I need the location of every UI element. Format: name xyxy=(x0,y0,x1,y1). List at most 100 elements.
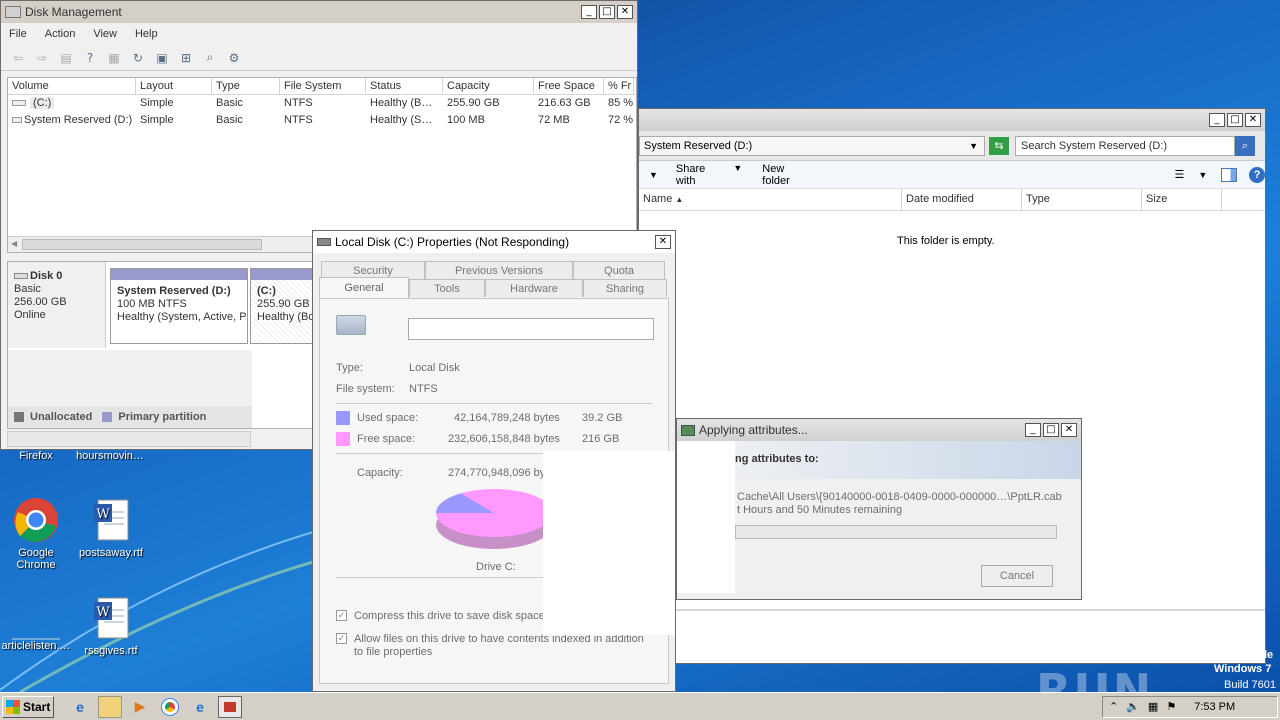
desktop-icon-firefox[interactable]: Firefox xyxy=(0,450,76,462)
edge-icon[interactable]: e xyxy=(188,696,212,718)
compress-checkbox[interactable]: ✓ xyxy=(336,610,347,621)
drive-icon xyxy=(12,100,26,106)
help-icon[interactable]: ? xyxy=(81,49,99,67)
open-icon[interactable]: ⊞ xyxy=(177,49,195,67)
os-build: Build 7601 xyxy=(1224,679,1276,691)
close-button[interactable]: ✕ xyxy=(617,5,633,19)
desktop-icon-hoursmovin[interactable]: hoursmovin… xyxy=(70,450,150,462)
dialog-title: Applying attributes... xyxy=(699,423,808,437)
cancel-button[interactable]: Cancel xyxy=(981,565,1053,587)
clock[interactable]: 7:53 PM xyxy=(1194,701,1235,713)
search-icon[interactable]: ⌕ xyxy=(201,49,219,67)
tab-previous-versions[interactable]: Previous Versions xyxy=(425,261,573,279)
os-name: Windows 7 xyxy=(1214,663,1272,675)
explorer-icon[interactable] xyxy=(98,695,122,718)
view-options-icon[interactable]: ☰ xyxy=(1174,168,1184,181)
tab-tools[interactable]: Tools xyxy=(409,279,485,297)
desktop-icon-rssgives[interactable]: W rssgives.rtf xyxy=(71,596,151,657)
empty-folder-message: This folder is empty. xyxy=(897,235,995,247)
col-layout[interactable]: Layout xyxy=(136,78,212,94)
maximize-button[interactable]: □ xyxy=(1043,423,1059,437)
disk-0-label[interactable]: Disk 0 Basic 256.00 GB Online xyxy=(8,262,106,348)
table-row[interactable]: (C:) Simple Basic NTFS Healthy (B… 255.9… xyxy=(8,95,636,112)
media-player-icon[interactable]: ▶ xyxy=(128,696,152,718)
search-icon[interactable]: ⌕ xyxy=(1235,135,1255,156)
svg-text:W: W xyxy=(96,605,110,620)
unallocated-swatch xyxy=(14,412,24,422)
refresh-icon[interactable]: ⇆ xyxy=(989,136,1009,155)
properties-dialog: Local Disk (C:) Properties (Not Respondi… xyxy=(312,230,676,692)
col-size[interactable]: Size xyxy=(1142,189,1222,210)
disk-view-blank xyxy=(8,350,252,406)
partition-system-reserved[interactable]: System Reserved (D:) 100 MB NTFS Healthy… xyxy=(110,268,248,344)
menu-view[interactable]: View xyxy=(93,28,117,40)
console-tree-icon[interactable]: ▤ xyxy=(57,49,75,67)
settings-icon[interactable]: ⚙ xyxy=(225,49,243,67)
col-file-system[interactable]: File System xyxy=(280,78,366,94)
refresh-icon[interactable]: ↻ xyxy=(129,49,147,67)
taskbar: Start e ▶ e ⌃ 🔈 ▦ ⚑ 7:53 PM xyxy=(0,692,1280,720)
start-button[interactable]: Start xyxy=(2,695,54,718)
network-icon[interactable]: ▦ xyxy=(1148,700,1158,713)
ie-icon[interactable]: e xyxy=(68,696,92,718)
chevron-down-icon[interactable]: ▼ xyxy=(969,141,978,151)
unpainted-region xyxy=(543,451,675,635)
volume-icon[interactable]: 🔈 xyxy=(1126,700,1140,713)
used-space-swatch xyxy=(336,411,350,425)
new-folder-button[interactable]: New folder xyxy=(762,163,814,187)
show-hidden-icons[interactable]: ⌃ xyxy=(1109,700,1118,713)
tab-general[interactable]: General xyxy=(319,277,409,299)
organize-dropdown-icon[interactable]: ▼ xyxy=(649,170,658,180)
partition-c[interactable]: (C:) 255.90 GB Healthy (Bo xyxy=(250,268,316,344)
menu-file[interactable]: File xyxy=(9,28,27,40)
menu-action[interactable]: Action xyxy=(45,28,76,40)
chrome-icon xyxy=(14,498,58,542)
col-percent-free[interactable]: % Fr xyxy=(604,78,634,94)
chevron-down-icon[interactable]: ▼ xyxy=(1198,170,1207,180)
app-window-icon[interactable] xyxy=(218,695,242,718)
tab-hardware[interactable]: Hardware xyxy=(485,279,583,297)
minimize-button[interactable]: _ xyxy=(1209,113,1225,127)
chrome-icon[interactable] xyxy=(158,696,182,718)
progress-bar xyxy=(735,525,1057,539)
blank-file-icon xyxy=(12,620,60,640)
col-type[interactable]: Type xyxy=(212,78,280,94)
volume-label-input[interactable] xyxy=(408,318,654,340)
flag-icon[interactable]: ⚑ xyxy=(1166,700,1176,713)
minimize-button[interactable]: _ xyxy=(1025,423,1041,437)
chevron-down-icon: ▼ xyxy=(733,162,743,173)
minimize-button[interactable]: _ xyxy=(581,5,597,19)
help-icon[interactable]: ? xyxy=(1249,166,1265,183)
search-input[interactable]: Search System Reserved (D:) xyxy=(1015,135,1235,156)
col-volume[interactable]: Volume xyxy=(8,78,136,94)
index-checkbox[interactable]: ✓ xyxy=(336,633,347,644)
maximize-button[interactable]: □ xyxy=(1227,113,1243,127)
tray: ⌃ 🔈 ▦ ⚑ 7:53 PM xyxy=(1102,695,1278,718)
col-capacity[interactable]: Capacity xyxy=(443,78,534,94)
properties-icon[interactable]: ▦ xyxy=(105,49,123,67)
scroll-left-icon[interactable]: ◀ xyxy=(11,239,17,248)
col-date-modified[interactable]: Date modified xyxy=(902,189,1022,210)
desktop-icon-postsaway[interactable]: W postsaway.rtf xyxy=(71,498,151,559)
desktop-icon-chrome[interactable]: Google Chrome xyxy=(0,496,76,571)
close-button[interactable]: ✕ xyxy=(655,235,671,249)
back-arrow-icon[interactable]: ⇦ xyxy=(9,49,27,67)
maximize-button[interactable]: □ xyxy=(599,5,615,19)
close-button[interactable]: ✕ xyxy=(1245,113,1261,127)
col-type[interactable]: Type xyxy=(1022,189,1142,210)
address-bar[interactable]: System Reserved (D:) ▼ xyxy=(639,135,985,156)
col-status[interactable]: Status xyxy=(366,78,443,94)
rescan-icon[interactable]: ▣ xyxy=(153,49,171,67)
forward-arrow-icon[interactable]: ⇨ xyxy=(33,49,51,67)
preview-pane-icon[interactable] xyxy=(1221,167,1238,182)
col-name[interactable]: Name ▲ xyxy=(639,189,902,210)
dialog-icon xyxy=(681,424,695,436)
desktop-icon-articlelisten[interactable]: articlelisten.… xyxy=(0,620,76,652)
close-button[interactable]: ✕ xyxy=(1061,423,1077,437)
share-with-button[interactable]: Share with ▼ xyxy=(676,163,742,187)
menu-help[interactable]: Help xyxy=(135,28,158,40)
tab-quota[interactable]: Quota xyxy=(573,261,665,279)
tab-sharing[interactable]: Sharing xyxy=(583,279,667,297)
table-row[interactable]: System Reserved (D:) Simple Basic NTFS H… xyxy=(8,112,636,129)
col-free-space[interactable]: Free Space xyxy=(534,78,604,94)
